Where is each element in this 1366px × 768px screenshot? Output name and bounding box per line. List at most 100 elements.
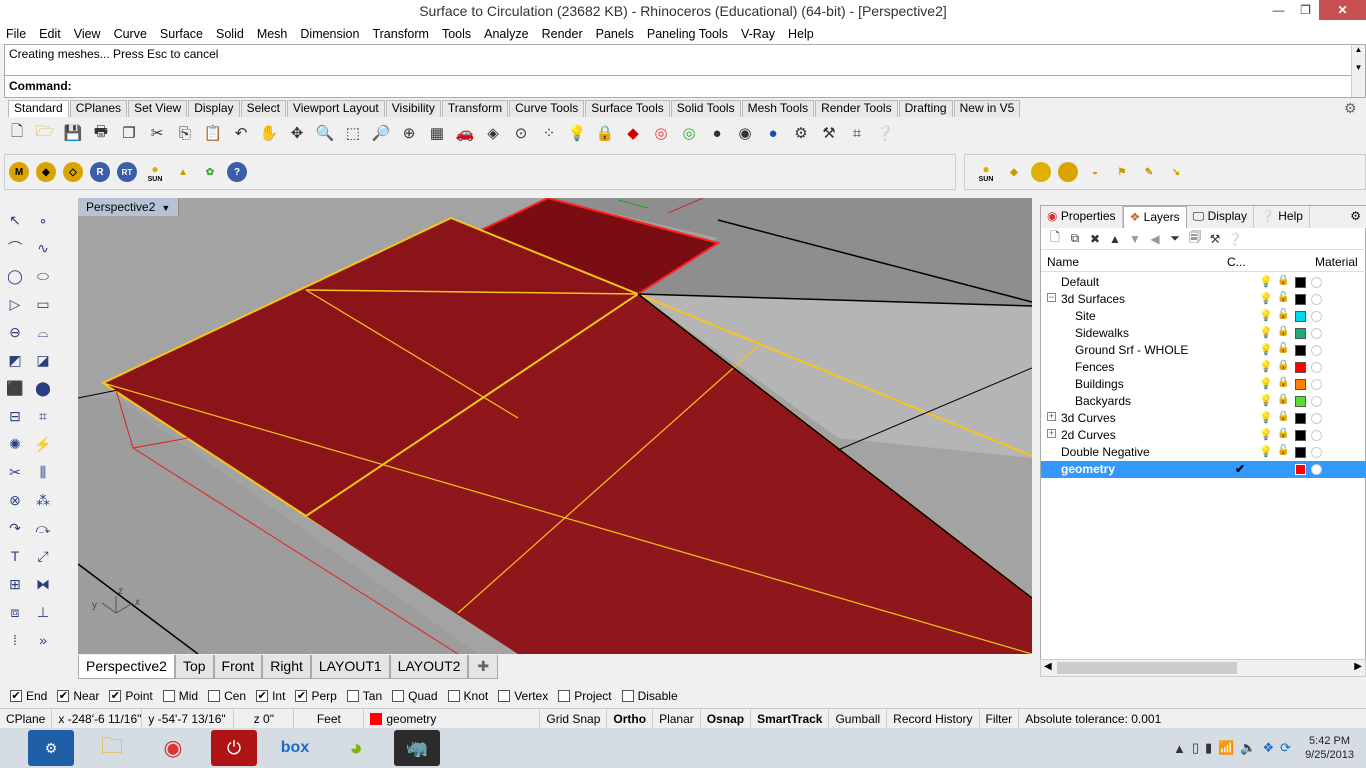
tray-dropbox-icon[interactable]: ❖ [1263, 740, 1275, 756]
properties-icon[interactable]: ❐ [118, 122, 140, 144]
move-icon[interactable]: ↷ [4, 517, 26, 539]
layers-horizontal-scrollbar[interactable]: ◀ ▶ [1040, 659, 1366, 677]
tab-mesh-tools[interactable]: Mesh Tools [741, 100, 815, 117]
tab-render-tools[interactable]: Render Tools [815, 100, 898, 117]
layer-color-swatch[interactable] [1295, 464, 1306, 475]
layer-locked-icon[interactable]: 🔒 [1277, 428, 1289, 439]
smarttrack-toggle[interactable]: SmartTrack [751, 708, 830, 729]
layer-material-icon[interactable] [1311, 277, 1322, 288]
render-object-icon[interactable]: ◆ [622, 122, 644, 144]
layer-unlocked-icon[interactable]: 🔓 [1277, 343, 1289, 354]
menu-view[interactable]: View [74, 27, 101, 41]
maximize-button[interactable]: ❐ [1292, 0, 1319, 20]
layer-expand-icon[interactable]: + [1047, 429, 1056, 438]
box-icon[interactable]: ⬛ [4, 377, 26, 399]
rotate-view-icon[interactable]: ✥ [286, 122, 308, 144]
osnap-vertex[interactable]: Vertex [498, 689, 548, 703]
copy-icon[interactable]: ⎘ [174, 122, 196, 144]
vray-frame-buffer-icon[interactable]: ◇ [63, 162, 83, 182]
layer-visible-bulb-icon[interactable]: 💡 [1259, 360, 1273, 373]
tray-volume-icon[interactable]: 🔈 [1240, 740, 1256, 756]
osnap-cen-checkbox[interactable] [208, 690, 221, 702]
tools-icon[interactable]: ⚒ [1205, 230, 1225, 248]
osnap-int-checkbox[interactable]: ✔ [256, 690, 269, 702]
options-icon[interactable]: ⚙ [790, 122, 812, 144]
tab-select[interactable]: Select [240, 100, 286, 117]
layer-row-3d-surfaces[interactable]: − 3d Surfaces 💡 🔓 [1041, 291, 1366, 308]
layer-row-fences[interactable]: Fences 💡 🔒 [1041, 359, 1366, 376]
toolbars-icon[interactable]: ⚒ [818, 122, 840, 144]
layer-material-icon[interactable] [1311, 379, 1322, 390]
vptab-layout1[interactable]: LAYOUT1 [310, 655, 390, 679]
panel-tab-display[interactable]: 🖵 Display [1187, 206, 1254, 228]
tab-curve-tools[interactable]: Curve Tools [509, 100, 585, 117]
vray-ies-light-icon[interactable]: ✎ [1139, 162, 1159, 182]
mesh-icon[interactable]: ⌗ [32, 405, 54, 427]
tray-sync-icon[interactable]: ⟳ [1280, 740, 1291, 756]
taskbar-chrome-icon[interactable]: ◉ [150, 730, 196, 766]
grid-icon[interactable]: ⌗ [846, 122, 868, 144]
toolbar-gear-icon[interactable]: ⚙ [1344, 100, 1360, 116]
osnap-project[interactable]: Project [558, 689, 612, 703]
split-icon[interactable]: ⫼ [32, 461, 54, 483]
layer-color-swatch[interactable] [1295, 362, 1306, 373]
layer-material-icon[interactable] [1311, 464, 1322, 475]
status-cplane[interactable]: CPlane [0, 708, 53, 729]
layer-material-icon[interactable] [1311, 413, 1322, 424]
polygon-icon[interactable]: ▷ [4, 293, 26, 315]
layer-material-icon[interactable] [1311, 396, 1322, 407]
select-arrow-icon[interactable]: ↖ [4, 209, 26, 231]
move-to-parent-icon[interactable]: ◀ [1145, 230, 1165, 248]
osnap-perp-checkbox[interactable]: ✔ [295, 690, 308, 702]
text-icon[interactable]: T [4, 545, 26, 567]
vptab-top[interactable]: Top [174, 655, 214, 679]
layer-row-sidewalks[interactable]: Sidewalks 💡 🔒 [1041, 325, 1366, 342]
layer-unlocked-icon[interactable]: 🔓 [1277, 309, 1289, 320]
osnap-end[interactable]: ✔ End [10, 689, 47, 703]
osnap-perp[interactable]: ✔ Perp [295, 689, 337, 703]
rectangle-icon[interactable]: ▭ [32, 293, 54, 315]
tray-expand-icon[interactable]: ▲ [1173, 741, 1186, 756]
ortho-toggle[interactable]: Ortho [607, 708, 654, 729]
layer-color-swatch[interactable] [1295, 413, 1306, 424]
layer-locked-icon[interactable]: 🔒 [1277, 394, 1289, 405]
command-scrollbar[interactable]: ▲ ▼ [1351, 45, 1365, 97]
layer-color-swatch[interactable] [1295, 328, 1306, 339]
menu-render[interactable]: Render [542, 27, 583, 41]
scroll-left-icon[interactable]: ◀ [1044, 661, 1052, 672]
current-layer-check-icon[interactable]: ✔ [1235, 462, 1245, 476]
taskbar-file-explorer-icon[interactable]: 🗀 [89, 730, 135, 766]
scroll-right-icon[interactable]: ▶ [1354, 661, 1362, 672]
mirror-icon[interactable]: ⧓ [32, 573, 54, 595]
layer-material-icon[interactable] [1311, 345, 1322, 356]
layer-visible-bulb-icon[interactable]: 💡 [1259, 292, 1273, 305]
tray-network-icon[interactable]: 📶 [1218, 740, 1234, 756]
tab-surface-tools[interactable]: Surface Tools [585, 100, 670, 117]
osnap-quad[interactable]: Quad [392, 689, 438, 703]
boolean-icon[interactable]: ✺ [4, 433, 26, 455]
ellipse-icon[interactable]: ⬭ [32, 265, 54, 287]
tab-set-view[interactable]: Set View [128, 100, 188, 117]
layer-row-3d-curves[interactable]: + 3d Curves 💡 🔒 [1041, 410, 1366, 427]
select-points-icon[interactable]: ⁘ [538, 122, 560, 144]
dimension-icon[interactable]: ⊥ [32, 601, 54, 623]
layer-material-icon[interactable] [1311, 447, 1322, 458]
vptab-perspective2[interactable]: Perspective2 [78, 655, 175, 679]
vptab-right[interactable]: Right [262, 655, 311, 679]
scroll-thumb[interactable] [1057, 662, 1237, 674]
osnap-knot[interactable]: Knot [447, 689, 488, 703]
layer-unlocked-icon[interactable]: 🔓 [1277, 445, 1289, 456]
tab-visibility[interactable]: Visibility [385, 100, 441, 117]
tab-drafting[interactable]: Drafting [898, 100, 953, 117]
layer-color-swatch[interactable] [1295, 294, 1306, 305]
osnap-mid[interactable]: Mid [162, 689, 198, 703]
layer-locked-icon[interactable]: 🔒 [1277, 326, 1289, 337]
add-viewport-tab-icon[interactable]: ✚ [468, 655, 499, 679]
polyline-icon[interactable]: ⌒ [4, 237, 26, 259]
layer-locked-icon[interactable]: 🔒 [1277, 360, 1289, 371]
menu-dimension[interactable]: Dimension [300, 27, 359, 41]
block-icon[interactable]: ⧈ [4, 601, 26, 623]
layer-color-swatch[interactable] [1295, 311, 1306, 322]
vptab-layout2[interactable]: LAYOUT2 [389, 655, 469, 679]
close-button[interactable]: ✕ [1319, 0, 1366, 20]
